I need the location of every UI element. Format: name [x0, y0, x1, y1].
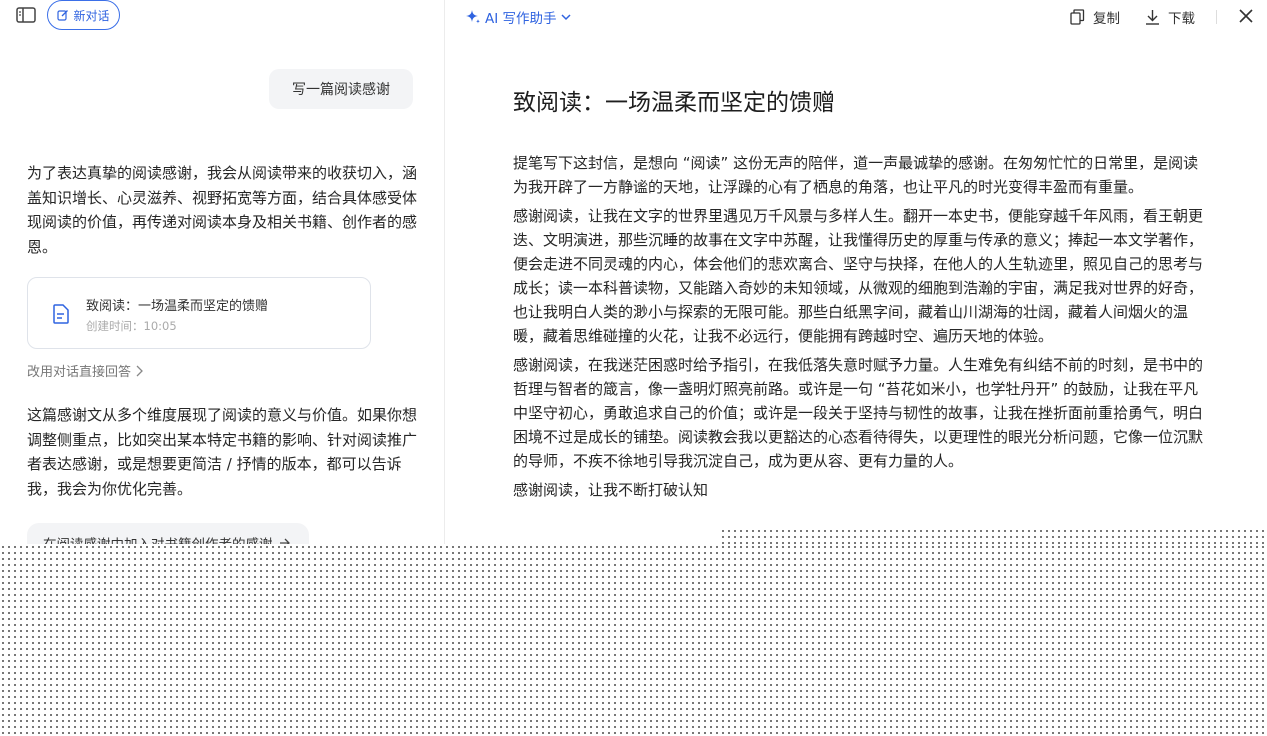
document-card-time: 创建时间：10:05 — [86, 319, 177, 333]
document-card-title: 致阅读：一场温柔而坚定的馈赠 — [86, 299, 269, 314]
chevron-right-icon — [135, 365, 143, 377]
copy-label: 复制 — [1093, 11, 1120, 27]
sidebar-toggle-icon[interactable] — [16, 7, 36, 23]
new-chat-button[interactable]: 新对话 — [47, 0, 120, 30]
dotted-mask-overlay — [720, 528, 1267, 544]
chevron-down-icon — [560, 13, 571, 21]
sparkle-icon — [465, 9, 481, 25]
dotted-mask-overlay — [0, 544, 1267, 736]
download-icon — [1145, 9, 1160, 25]
close-icon[interactable] — [1238, 8, 1254, 24]
document-body: 提笔写下这封信，是想向 “阅读” 这份无声的陪伴，道一声最诚挚的感谢。在匆匆忙忙… — [513, 151, 1213, 507]
document-paragraph: 感谢阅读，让我不断打破认知 — [513, 481, 709, 499]
copy-icon — [1070, 9, 1085, 25]
document-paragraph: 感谢阅读，在我迷茫困惑时给予指引，在我低落失意时赋予力量。人生难免有纠结不前的时… — [513, 356, 1204, 470]
ai-writer-menu[interactable]: AI 写作助手 — [465, 8, 571, 27]
ai-intro-text: 为了表达真挚的阅读感谢，我会从阅读带来的收获切入，涵盖知识增长、心灵滋养、视野拓… — [27, 164, 418, 256]
document-card[interactable]: 致阅读：一场温柔而坚定的馈赠 创建时间：10:05 — [27, 277, 371, 349]
switch-to-chat-label: 改用对话直接回答 — [27, 365, 132, 380]
switch-to-chat-link[interactable]: 改用对话直接回答 — [27, 361, 143, 380]
user-message-bubble: 写一篇阅读感谢 — [269, 69, 413, 109]
ai-followup-text: 这篇感谢文从多个维度展现了阅读的意义与价值。如果你想调整侧重点，比如突出某本特定… — [27, 406, 418, 498]
download-label: 下载 — [1168, 11, 1195, 27]
document-icon — [52, 304, 70, 324]
ai-writer-menu-label: AI 写作助手 — [485, 11, 557, 27]
new-chat-icon — [57, 9, 69, 21]
copy-button[interactable]: 复制 — [1070, 8, 1120, 27]
document-paragraph: 感谢阅读，让我在文字的世界里遇见万千风景与多样人生。翻开一本史书，便能穿越千年风… — [513, 207, 1204, 345]
document-paragraph: 提笔写下这封信，是想向 “阅读” 这份无声的陪伴，道一声最诚挚的感谢。在匆匆忙忙… — [513, 154, 1199, 196]
new-chat-label: 新对话 — [73, 8, 110, 23]
download-button[interactable]: 下载 — [1145, 8, 1195, 27]
document-title: 致阅读：一场温柔而坚定的馈赠 — [513, 90, 835, 116]
toolbar-divider — [1216, 10, 1217, 24]
